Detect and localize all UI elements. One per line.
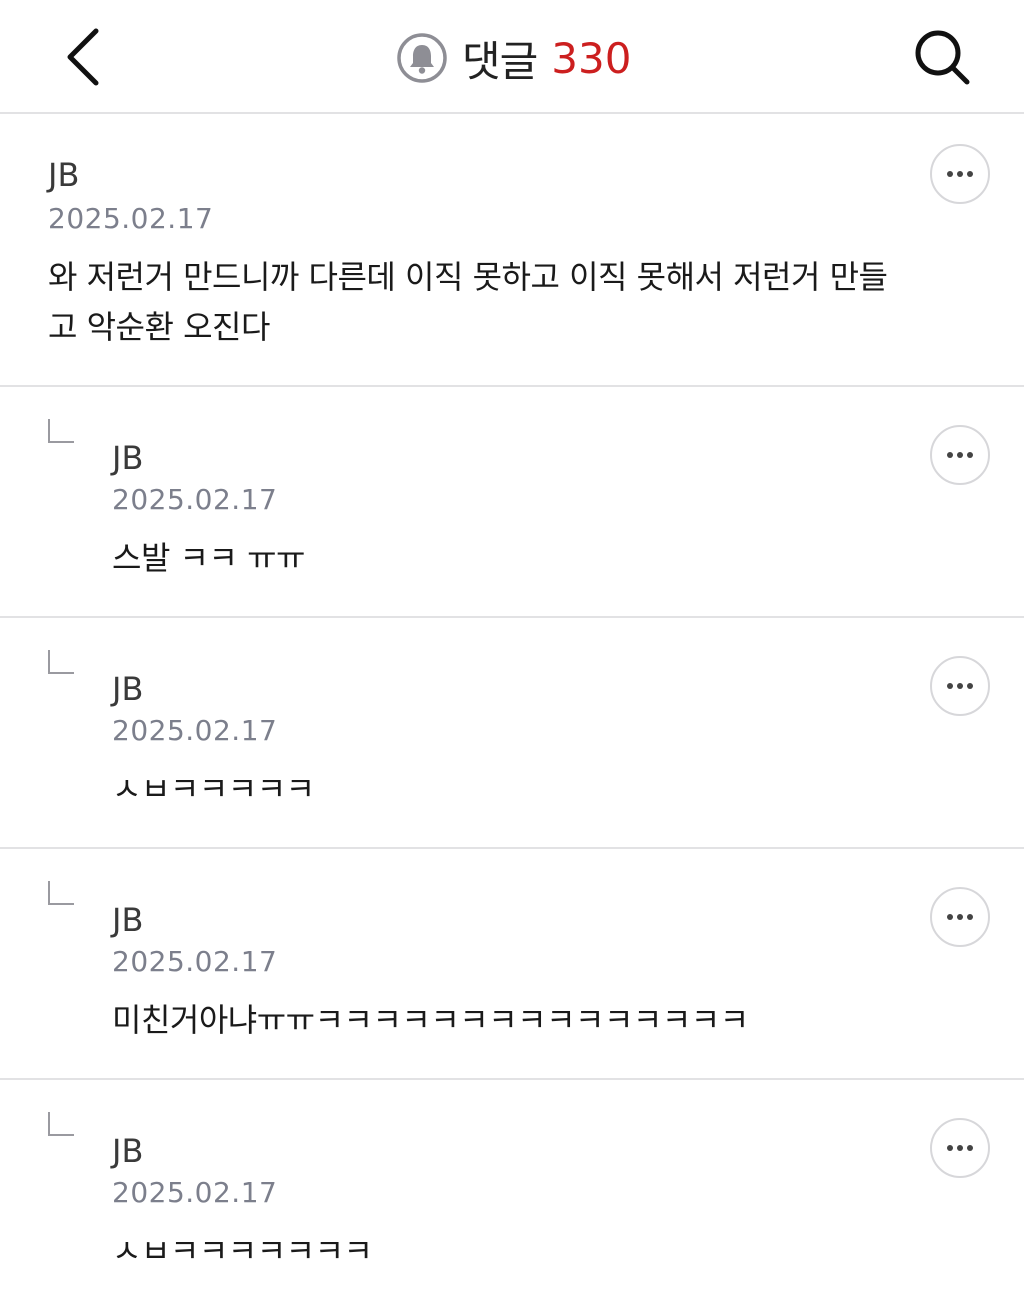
more-horizontal-icon [947, 914, 973, 920]
notification-toggle[interactable] [396, 32, 448, 84]
reply-item: JB 2025.02.17 ㅅㅂㅋㅋㅋㅋㅋㅋㅋ [0, 1080, 1024, 1289]
comment-date: 2025.02.17 [112, 714, 278, 747]
comment-author[interactable]: JB [112, 1132, 143, 1170]
comment-body: 와 저런거 만드니까 다른데 이직 못하고 이직 못해서 저런거 만들 고 악순… [48, 252, 978, 352]
reply-indicator-icon [48, 419, 74, 443]
reply-indicator-icon [48, 1112, 74, 1136]
search-icon [915, 30, 970, 85]
reply-item: JB 2025.02.17 ㅅㅂㅋㅋㅋㅋㅋ [0, 618, 1024, 849]
comment-body: ㅅㅂㅋㅋㅋㅋㅋ [112, 764, 912, 814]
comment-author[interactable]: JB [48, 156, 79, 194]
bell-icon [397, 33, 447, 83]
comment-count: 330 [551, 33, 632, 83]
comment-body-line: ㅅㅂㅋㅋㅋㅋㅋㅋㅋ [112, 1232, 373, 1270]
top-bar: 댓글 330 [0, 0, 1024, 114]
reply-item: JB 2025.02.17 스발 ㅋㅋ ㅠㅠ [0, 387, 1024, 618]
more-horizontal-icon [947, 1145, 973, 1151]
more-options-button[interactable] [930, 656, 990, 716]
more-horizontal-icon [947, 171, 973, 177]
more-horizontal-icon [947, 683, 973, 689]
comment-item: JB 2025.02.17 와 저런거 만드니까 다른데 이직 못하고 이직 못… [0, 114, 1024, 387]
search-button[interactable] [904, 22, 980, 92]
page-title: 댓글 330 [396, 28, 631, 88]
reply-item: JB 2025.02.17 미친거아냐ㅠㅠㅋㅋㅋㅋㅋㅋㅋㅋㅋㅋㅋㅋㅋㅋㅋ [0, 849, 1024, 1080]
more-options-button[interactable] [930, 425, 990, 485]
more-horizontal-icon [947, 452, 973, 458]
reply-indicator-icon [48, 881, 74, 905]
comment-body: 스발 ㅋㅋ ㅠㅠ [112, 533, 912, 583]
comment-author[interactable]: JB [112, 901, 143, 939]
more-options-button[interactable] [930, 1118, 990, 1178]
comment-author[interactable]: JB [112, 670, 143, 708]
comment-body: 미친거아냐ㅠㅠㅋㅋㅋㅋㅋㅋㅋㅋㅋㅋㅋㅋㅋㅋㅋ [112, 995, 912, 1045]
comment-author[interactable]: JB [112, 439, 143, 477]
comment-body-line: ㅅㅂㅋㅋㅋㅋㅋ [112, 770, 315, 808]
comment-date: 2025.02.17 [112, 483, 278, 516]
comment-date: 2025.02.17 [112, 945, 278, 978]
comment-body-line: 미친거아냐ㅠㅠㅋㅋㅋㅋㅋㅋㅋㅋㅋㅋㅋㅋㅋㅋㅋ [112, 1001, 749, 1039]
comment-body-line: 스발 ㅋㅋ ㅠㅠ [112, 539, 305, 577]
comment-body-line: 고 악순환 오진다 [48, 308, 270, 346]
back-button[interactable] [52, 22, 112, 92]
more-options-button[interactable] [930, 887, 990, 947]
comment-date: 2025.02.17 [112, 1176, 278, 1209]
reply-indicator-icon [48, 650, 74, 674]
chevron-left-icon [67, 28, 99, 86]
comment-date: 2025.02.17 [48, 202, 214, 235]
more-options-button[interactable] [930, 144, 990, 204]
comment-body-line: 와 저런거 만드니까 다른데 이직 못하고 이직 못해서 저런거 만들 [48, 258, 888, 296]
comment-body: ㅅㅂㅋㅋㅋㅋㅋㅋㅋ [112, 1226, 912, 1276]
title-label: 댓글 [462, 36, 538, 86]
